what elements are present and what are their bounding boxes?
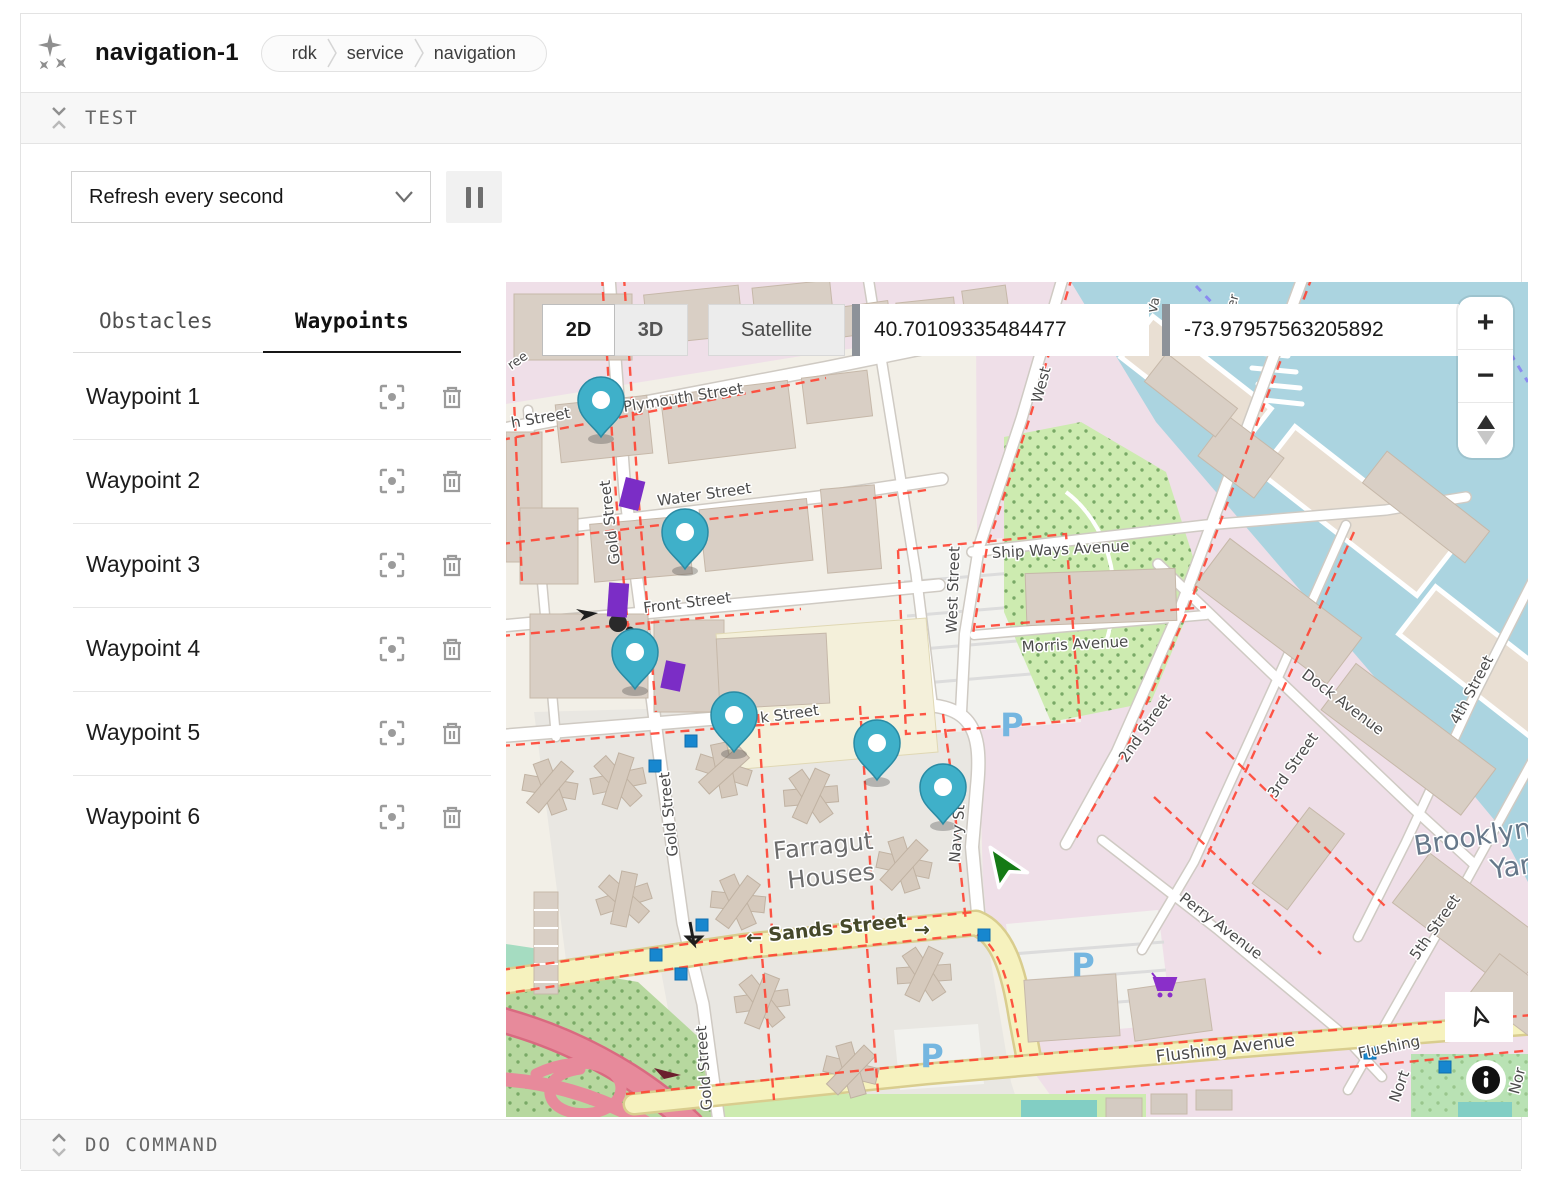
- left-panel-tabs: Obstacles Waypoints: [73, 301, 491, 353]
- tab-obstacles[interactable]: Obstacles: [99, 309, 213, 333]
- refresh-controls: Refresh every second: [21, 144, 1521, 224]
- waypoint-row: Waypoint 6: [73, 776, 491, 860]
- waypoint-name: Waypoint 6: [86, 803, 200, 830]
- breadcrumb: rdk service navigation: [261, 35, 547, 72]
- delete-waypoint-button[interactable]: [439, 636, 465, 662]
- waypoint-name: Waypoint 2: [86, 467, 200, 494]
- waypoint-name: Waypoint 3: [86, 551, 200, 578]
- svg-text:P: P: [1000, 706, 1023, 744]
- waypoint-name: Waypoint 4: [86, 635, 200, 662]
- do-command-section-label: DO COMMAND: [85, 1134, 219, 1156]
- page-title: navigation-1: [95, 39, 239, 67]
- navigation-arrow-icon: [1466, 1004, 1492, 1030]
- collapse-icon: [51, 106, 67, 130]
- refresh-rate-value: Refresh every second: [89, 186, 284, 209]
- focus-waypoint-button[interactable]: [379, 384, 405, 410]
- svg-text:P: P: [920, 1037, 943, 1075]
- focus-waypoint-button[interactable]: [379, 468, 405, 494]
- breadcrumb-item: navigation: [424, 43, 526, 64]
- focus-waypoint-button[interactable]: [379, 804, 405, 830]
- navigation-card: navigation-1 rdk service navigation TEST…: [20, 13, 1522, 1169]
- waypoint-list: Waypoint 1 Waypoint 2 Waypoint 3 Waypoin…: [73, 356, 491, 860]
- latitude-drag-handle[interactable]: [852, 304, 860, 356]
- navigation-map[interactable]: P P P h Street Plymouth Street Water Str…: [506, 282, 1528, 1117]
- map-canvas: P P P h Street Plymouth Street Water Str…: [506, 282, 1528, 1117]
- breadcrumb-item: rdk: [282, 43, 327, 64]
- longitude-drag-handle[interactable]: [1162, 304, 1170, 356]
- pause-icon: [478, 187, 483, 208]
- pause-icon: [466, 187, 471, 208]
- compass-north-needle: [1477, 415, 1495, 429]
- focus-waypoint-button[interactable]: [379, 552, 405, 578]
- chevron-down-icon: [394, 190, 414, 204]
- zoom-in-button[interactable]: +: [1458, 297, 1513, 350]
- zoom-out-button[interactable]: −: [1458, 350, 1513, 403]
- delete-waypoint-button[interactable]: [439, 468, 465, 494]
- svg-text:→: →: [914, 919, 930, 941]
- info-icon: [1471, 1065, 1501, 1095]
- waypoint-row: Waypoint 4: [73, 608, 491, 692]
- waypoint-name: Waypoint 5: [86, 719, 200, 746]
- map-info-button[interactable]: [1466, 1060, 1506, 1100]
- delete-waypoint-button[interactable]: [439, 552, 465, 578]
- svg-text:Yar: Yar: [1487, 849, 1528, 886]
- service-sparkles-icon: [37, 33, 71, 73]
- waypoint-row: Waypoint 1: [73, 356, 491, 440]
- svg-text:←: ←: [746, 927, 762, 949]
- refresh-rate-select[interactable]: Refresh every second: [71, 171, 431, 223]
- tab-waypoints[interactable]: Waypoints: [295, 309, 409, 333]
- compass-south-needle: [1477, 431, 1495, 445]
- expand-icon: [51, 1133, 67, 1157]
- map-zoom-control: + −: [1458, 297, 1513, 458]
- focus-waypoint-button[interactable]: [379, 636, 405, 662]
- longitude-input[interactable]: [1170, 318, 1459, 342]
- breadcrumb-item: service: [337, 43, 414, 64]
- tab-divider: [73, 352, 263, 353]
- chevron-right-icon: [327, 38, 337, 68]
- waypoint-row: Waypoint 3: [73, 524, 491, 608]
- pause-refresh-button[interactable]: [446, 171, 502, 223]
- latitude-input[interactable]: [860, 318, 1149, 342]
- waypoint-row: Waypoint 5: [73, 692, 491, 776]
- obstacle: [607, 582, 629, 617]
- compass-button[interactable]: [1458, 403, 1513, 456]
- test-section-label: TEST: [85, 107, 139, 129]
- svg-text:West Street: West Street: [942, 546, 963, 634]
- card-header: navigation-1 rdk service navigation: [21, 14, 1521, 92]
- focus-waypoint-button[interactable]: [379, 720, 405, 746]
- latitude-field: [852, 304, 1149, 356]
- map-2d-button[interactable]: 2D: [542, 304, 615, 356]
- delete-waypoint-button[interactable]: [439, 720, 465, 746]
- delete-waypoint-button[interactable]: [439, 804, 465, 830]
- map-satellite-button[interactable]: Satellite: [708, 304, 845, 356]
- test-section-header[interactable]: TEST: [21, 92, 1521, 144]
- svg-text:P: P: [1071, 946, 1094, 984]
- active-tab-indicator: [263, 351, 461, 353]
- map-3d-button[interactable]: 3D: [614, 304, 688, 356]
- chevron-right-icon: [414, 38, 424, 68]
- waypoint-row: Waypoint 2: [73, 440, 491, 524]
- waypoint-name: Waypoint 1: [86, 383, 200, 410]
- longitude-field: [1162, 304, 1459, 356]
- do-command-section-header[interactable]: DO COMMAND: [21, 1119, 1521, 1171]
- locate-robot-button[interactable]: [1445, 992, 1513, 1042]
- delete-waypoint-button[interactable]: [439, 384, 465, 410]
